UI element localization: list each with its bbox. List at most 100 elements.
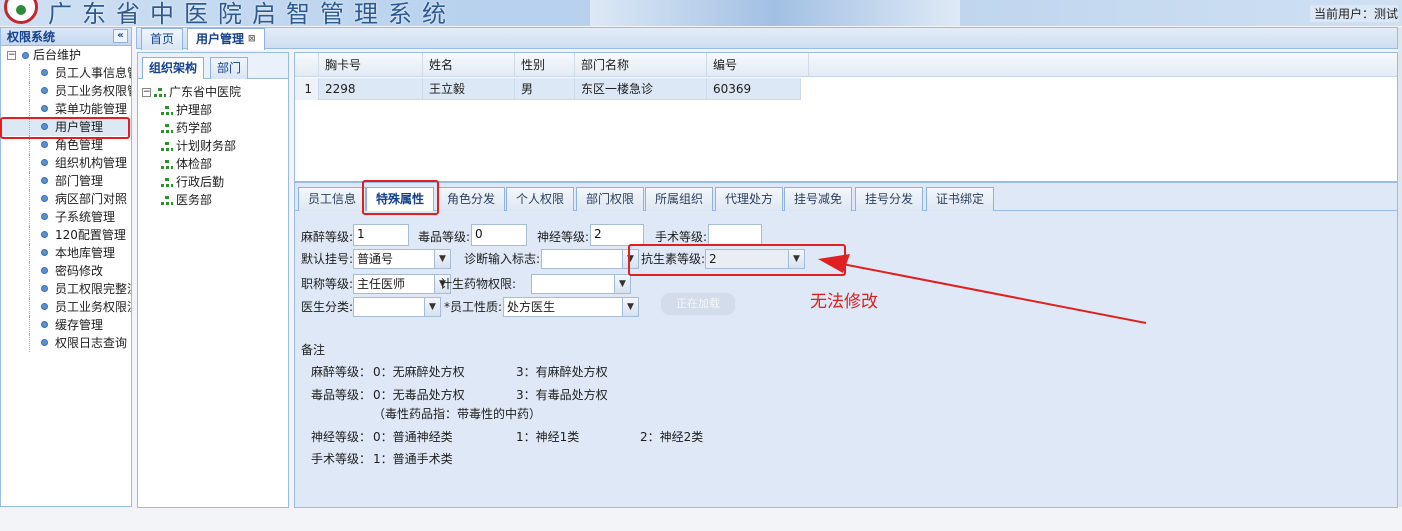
current-user-label: 当前用户：测试 (1309, 5, 1398, 22)
org-tree-icon (160, 141, 174, 152)
poison-level-input[interactable]: 0 (471, 224, 527, 246)
org-tree-icon (160, 123, 174, 134)
chevron-down-icon[interactable]: ▼ (622, 298, 638, 316)
title-level-label: 职称等级: (301, 277, 354, 291)
note-anesthesia-label: 麻醉等级： (311, 365, 372, 379)
tab-personal-permissions[interactable]: 个人权限 (506, 187, 575, 211)
chevron-down-icon[interactable]: ▼ (424, 298, 440, 316)
chevron-down-icon[interactable]: ▼ (434, 250, 450, 268)
menu-item-hr-info[interactable]: 员工人事信息管理 (1, 64, 131, 82)
org-node-physical-exam[interactable]: 体检部 (138, 155, 288, 173)
grid-header-gender[interactable]: 性别 (515, 53, 575, 77)
org-node-admin[interactable]: 行政后勤 (138, 173, 288, 191)
menu-dot-icon (41, 177, 48, 184)
menu-item-local-db[interactable]: 本地库管理 (1, 244, 131, 262)
menu-item-dept-mgmt[interactable]: 部门管理 (1, 172, 131, 190)
family-planning-drug-select[interactable]: ▼ (531, 274, 631, 294)
loading-indicator: 正在加载 (661, 293, 735, 315)
grid-header-badge[interactable]: 胸卡号 (319, 53, 423, 77)
annotation-text: 无法修改 (810, 292, 878, 312)
note-nerve-label: 神经等级： (311, 430, 372, 444)
tab-department[interactable]: 部门 (210, 57, 249, 79)
doctor-class-select[interactable]: ▼ (353, 297, 441, 317)
grid-header-code[interactable]: 编号 (707, 53, 809, 77)
default-registration-select[interactable]: 普通号 ▼ (353, 249, 451, 269)
menu-item-org-mgmt[interactable]: 组织机构管理 (1, 154, 131, 172)
anesthesia-level-input[interactable]: 1 (353, 224, 409, 246)
org-tree-icon (160, 159, 174, 170)
tab-user-mgmt[interactable]: 用户管理 ⊠ (187, 28, 265, 50)
left-nav-panel: 权限系统 « −后台维护 员工人事信息管理 员工业务权限管理 菜单功能管理 用户… (0, 27, 132, 507)
row-number: 1 (295, 78, 319, 100)
menu-item-120-config[interactable]: 120配置管理 (1, 226, 131, 244)
cell-name: 王立毅 (423, 78, 515, 100)
close-tab-icon[interactable]: ⊠ (248, 29, 256, 49)
org-node-nursing[interactable]: 护理部 (138, 101, 288, 119)
menu-item-menu-func[interactable]: 菜单功能管理 (1, 100, 131, 118)
detail-tabs: 员工信息 特殊属性 角色分发 个人权限 部门权限 所属组织 代理处方 挂号减免 … (295, 183, 1397, 211)
nerve-level-input[interactable]: 2 (590, 224, 644, 246)
tree-collapse-icon[interactable]: − (142, 88, 151, 97)
note-poison-0: 0：无毒品处方权 (373, 388, 465, 402)
surgery-level-input[interactable] (708, 224, 762, 246)
tab-registration-distribution[interactable]: 挂号分发 (855, 187, 924, 211)
note-nerve-0: 0：普通神经类 (373, 430, 453, 444)
org-tree-icon (153, 87, 167, 98)
hospital-logo-icon (4, 0, 38, 24)
menu-item-perm-log[interactable]: 权限日志查询 (1, 334, 131, 352)
collapse-panel-button[interactable]: « (113, 29, 128, 43)
tab-registration-discount[interactable]: 挂号减免 (784, 187, 853, 211)
chevron-down-icon[interactable]: ▼ (614, 275, 630, 293)
tree-collapse-icon[interactable]: − (7, 51, 16, 60)
diagnosis-input-flag-select[interactable]: ▼ (541, 249, 639, 269)
menu-dot-icon (41, 105, 48, 112)
detail-panel: 员工信息 特殊属性 角色分发 个人权限 部门权限 所属组织 代理处方 挂号减免 … (294, 182, 1398, 508)
org-node-medical[interactable]: 医务部 (138, 191, 288, 209)
doctor-class-label: 医生分类: (301, 300, 354, 314)
banner-decoration (590, 0, 960, 26)
note-nerve-1: 1：神经1类 (516, 430, 580, 444)
org-node-finance[interactable]: 计划财务部 (138, 137, 288, 155)
tab-certificate-binding[interactable]: 证书绑定 (926, 187, 995, 211)
table-row[interactable]: 1 2298 王立毅 男 东区一楼急诊 60369 (295, 78, 801, 100)
menu-item-ward-map[interactable]: 病区部门对照 (1, 190, 131, 208)
menu-dot-icon (41, 141, 48, 148)
tab-org-structure[interactable]: 组织架构 (142, 57, 205, 79)
menu-item-password[interactable]: 密码修改 (1, 262, 131, 280)
title-level-select[interactable]: 主任医师 ▼ (353, 274, 451, 294)
tab-home[interactable]: 首页 (141, 28, 184, 50)
org-tree-icon (160, 195, 174, 206)
employee-nature-select[interactable]: 处方医生 ▼ (503, 297, 639, 317)
org-tree-icon (160, 177, 174, 188)
left-nav-header: 权限系统 « (1, 28, 131, 46)
tree-root-backend[interactable]: − 后台维护 (1, 46, 131, 64)
org-tree-root[interactable]: − 广东省中医院 (138, 83, 288, 101)
tree-root-label: 后台维护 (33, 48, 82, 62)
highlight-box-special-tab (362, 180, 439, 215)
menu-item-biz-perm[interactable]: 员工业务权限管理 (1, 82, 131, 100)
main-tab-strip: 首页 用户管理 ⊠ (136, 27, 1398, 50)
tab-dept-permissions[interactable]: 部门权限 (576, 187, 645, 211)
note-poison-explanation: （毒性药品指：带毒性的中药） (373, 407, 542, 421)
menu-item-cache[interactable]: 缓存管理 (1, 316, 131, 334)
tab-role-distribution[interactable]: 角色分发 (437, 187, 506, 211)
default-registration-label: 默认挂号: (301, 252, 354, 266)
left-nav-title: 权限系统 (7, 30, 56, 44)
menu-dot-icon (41, 213, 48, 220)
grid-header-rownum (295, 53, 319, 77)
anesthesia-level-label: 麻醉等级: (301, 230, 354, 244)
menu-dot-icon (41, 195, 48, 202)
tab-proxy-prescription[interactable]: 代理处方 (715, 187, 784, 211)
menu-item-perm-flow[interactable]: 员工权限完整流程 (1, 280, 131, 298)
note-poison-3: 3：有毒品处方权 (516, 388, 608, 402)
menu-item-biz-flow[interactable]: 员工业务权限流程 (1, 298, 131, 316)
note-anesthesia-0: 0：无麻醉处方权 (373, 365, 465, 379)
notes-heading: 备注 (301, 343, 326, 357)
org-node-pharmacy[interactable]: 药学部 (138, 119, 288, 137)
tree-node-icon (22, 52, 29, 59)
tab-affiliated-org[interactable]: 所属组织 (645, 187, 714, 211)
menu-item-subsystem[interactable]: 子系统管理 (1, 208, 131, 226)
grid-header-dept[interactable]: 部门名称 (575, 53, 707, 77)
tab-employee-info[interactable]: 员工信息 (298, 187, 367, 211)
grid-header-name[interactable]: 姓名 (423, 53, 515, 77)
